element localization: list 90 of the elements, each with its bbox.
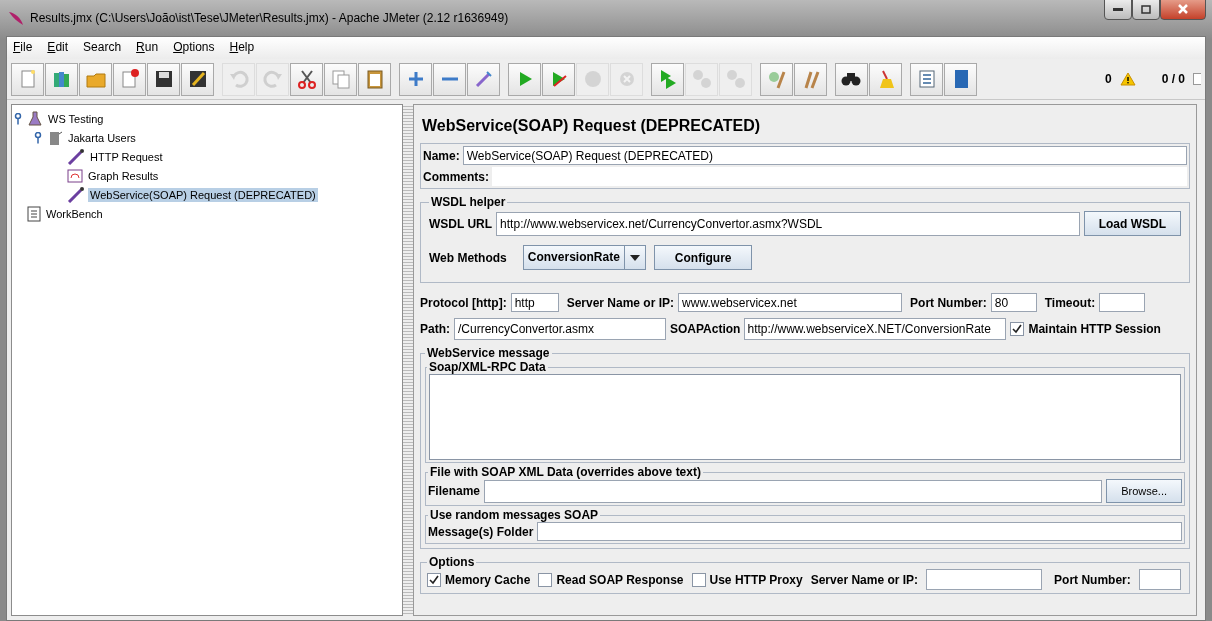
checkbox-label: Maintain HTTP Session	[1028, 322, 1161, 336]
toolbar-button[interactable]	[290, 62, 323, 96]
field-label: Filename	[428, 484, 481, 498]
maximize-icon	[1141, 4, 1151, 14]
web-methods-dropdown[interactable]: ConversionRate	[522, 245, 646, 270]
configure-button[interactable]: Configure	[653, 245, 753, 270]
load-wsdl-button[interactable]: Load WSDL	[1083, 211, 1181, 236]
checkbox[interactable]	[538, 572, 553, 587]
checkbox[interactable]	[427, 572, 441, 587]
minimize-icon	[1113, 7, 1123, 11]
flask-icon	[27, 110, 43, 127]
field-label: Protocol [http]:	[420, 295, 507, 310]
pipette-icon	[67, 186, 85, 203]
section-legend: Options	[427, 555, 477, 569]
tree-item[interactable]: WebService(SOAP) Request (DEPRECATED)	[88, 187, 318, 202]
section-legend: WebService message	[425, 346, 552, 360]
wsdl-url-field[interactable]: http://www.webservicex.net/CurrencyConvertor.asmx?WSDL	[496, 211, 1080, 236]
section-legend: WSDL helper	[429, 195, 508, 209]
warning-icon	[1119, 72, 1136, 86]
remote-stop-icon	[690, 68, 713, 90]
field-label: Port Number:	[910, 295, 987, 310]
tree-item[interactable]: HTTP Request	[88, 149, 165, 164]
expanded-handle-icon[interactable]	[34, 131, 44, 144]
window-title: Results.jmx (C:\Users\João\ist\Tese\JMeter\Results.jmx) - Apache JMeter (2.12 r1636949)	[30, 11, 510, 25]
field-label: Web Methods	[429, 250, 507, 265]
gauge-icon	[67, 168, 83, 183]
feather-icon	[8, 10, 24, 26]
folder-field[interactable]	[537, 522, 1182, 541]
checkbox[interactable]	[1010, 322, 1025, 336]
dropdown-arrow-icon	[629, 254, 640, 261]
field-label: Path:	[420, 322, 450, 336]
filename-field[interactable]	[484, 479, 1103, 503]
timeout-field[interactable]	[1099, 293, 1146, 312]
maximize-button[interactable]	[1132, 0, 1160, 20]
pipette-icon	[67, 148, 85, 165]
tree-item[interactable]: WorkBench	[44, 206, 105, 221]
field-label: WSDL URL	[429, 216, 493, 231]
field-label: Port Number:	[1054, 572, 1131, 587]
field-label: Message(s) Folder	[428, 524, 534, 539]
checkbox[interactable]	[691, 572, 706, 587]
toolbar-button[interactable]	[835, 62, 868, 96]
menu-item[interactable]: Run	[136, 40, 159, 56]
tree-item[interactable]: Graph Results	[86, 168, 161, 183]
menu-item[interactable]: File	[13, 40, 33, 56]
toolbar-button[interactable]	[147, 62, 180, 96]
checkbox-label: Read SOAP Response	[556, 572, 684, 587]
section-legend: Use random messages SOAP	[428, 508, 601, 522]
checkbox-label: Use HTTP Proxy	[709, 572, 803, 587]
field-label: Server Name or IP:	[566, 295, 675, 310]
browse-button[interactable]: Browse...	[1106, 479, 1182, 503]
toolbar-button[interactable]	[181, 62, 214, 96]
soap-action-field[interactable]: http://www.webserviceX.NET/ConversionRate	[744, 318, 1007, 340]
tree-item[interactable]: Jakarta Users	[66, 130, 138, 145]
soap-data-textarea[interactable]	[429, 374, 1181, 460]
menu-item[interactable]: Help	[229, 40, 255, 56]
path-field[interactable]: /CurrencyConvertor.asmx	[454, 318, 666, 340]
port-field[interactable]: 80	[990, 293, 1037, 312]
name-field[interactable]: WebService(SOAP) Request (DEPRECATED)	[462, 146, 1187, 165]
menu-item[interactable]: Edit	[47, 40, 69, 56]
panel-title: WebService(SOAP) Request (DEPRECATED)	[421, 116, 762, 136]
minimize-button[interactable]	[1104, 0, 1132, 20]
scissors-icon	[295, 68, 318, 90]
undo-icon	[227, 68, 250, 90]
field-label: Name:	[423, 148, 460, 163]
minus-icon	[441, 77, 458, 81]
tree-item[interactable]: WS Testing	[46, 111, 106, 126]
redo-icon	[261, 68, 284, 90]
close-icon	[1177, 3, 1189, 15]
thread-count: 0 / 0	[1161, 72, 1185, 86]
menu-item[interactable]: Search	[83, 40, 122, 56]
section-legend: Soap/XML-RPC Data	[427, 360, 548, 374]
field-label: SOAPAction	[670, 322, 741, 336]
expanded-handle-icon[interactable]	[14, 112, 24, 125]
close-button[interactable]	[1160, 0, 1206, 20]
menu-item[interactable]: Options	[173, 40, 215, 56]
section-legend: File with SOAP XML Data (overrides above text)	[428, 465, 703, 479]
remote-shutdown-icon	[724, 68, 747, 90]
protocol-field[interactable]: http	[510, 293, 559, 312]
clipboard-icon	[27, 205, 41, 222]
copy-icon	[329, 68, 352, 90]
field-label: Server Name or IP:	[810, 572, 919, 587]
splitter[interactable]	[403, 104, 413, 616]
proxy-port-field[interactable]	[1138, 569, 1181, 590]
checkbox-label: Memory Cache	[445, 572, 531, 587]
server-field[interactable]: www.webservicex.net	[678, 293, 903, 312]
field-label: Timeout:	[1044, 295, 1096, 310]
error-count: 0	[1104, 72, 1112, 86]
binoculars-icon	[841, 72, 862, 86]
proxy-server-field[interactable]	[926, 569, 1043, 590]
field-label: Comments:	[423, 169, 489, 184]
